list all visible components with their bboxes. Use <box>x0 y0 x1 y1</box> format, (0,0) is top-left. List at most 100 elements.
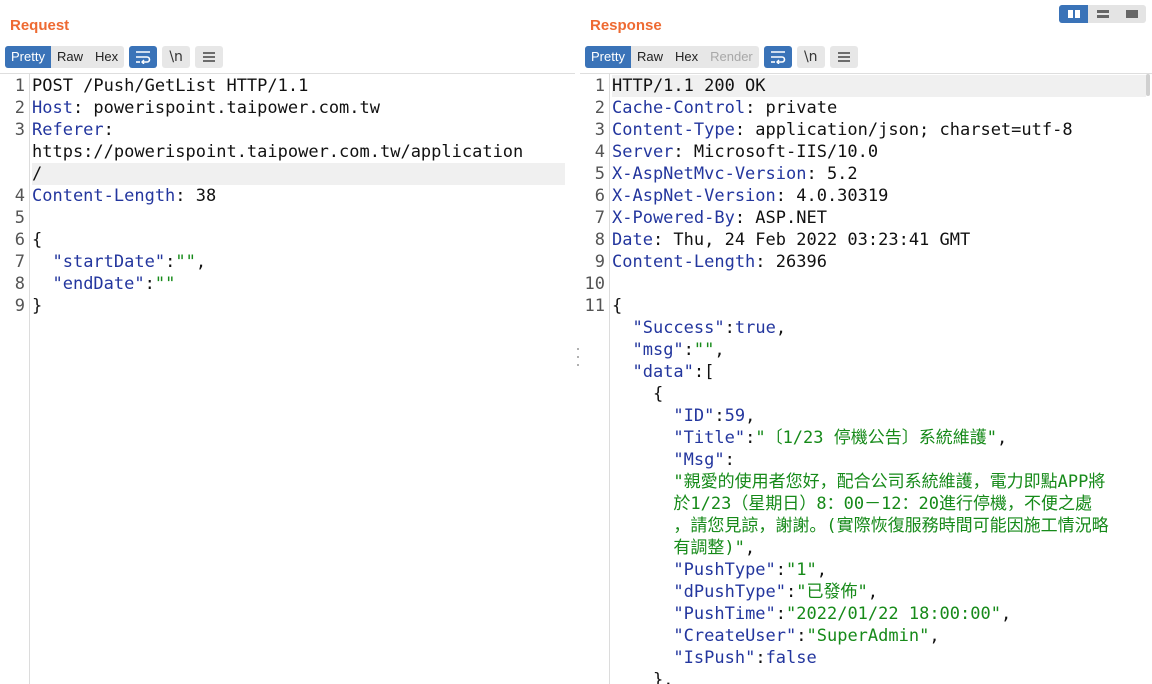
response-wrap-button[interactable] <box>763 45 792 68</box>
request-tab-hex[interactable]: Hex <box>89 46 124 68</box>
line-number <box>580 449 605 471</box>
code-token: , <box>744 538 756 558</box>
code-token: : <box>683 340 694 360</box>
code-line: Date: Thu, 24 Feb 2022 03:23:41 GMT <box>612 229 970 251</box>
code-token: , <box>775 318 787 338</box>
request-tab-raw[interactable]: Raw <box>51 46 89 68</box>
code-line: 於1/23（星期日）8：00－12：20進行停機，不便之處 <box>612 493 1092 515</box>
code-token: : <box>165 252 176 272</box>
line-number <box>580 493 605 515</box>
code-token: : 38 <box>175 186 217 206</box>
code-token: : <box>745 428 756 448</box>
line-number: 8 <box>14 274 25 294</box>
code-line: Host: powerispoint.taipower.com.tw <box>32 97 380 119</box>
code-line: ，請您見諒，謝謝。(實際恢復服務時間可能因施工情況略 <box>612 515 1108 537</box>
line-number: 7 <box>14 252 25 272</box>
code-token: , <box>996 428 1008 448</box>
code-token: Content-Type <box>612 120 735 140</box>
response-tab-render[interactable]: Render <box>704 46 759 68</box>
code-line: "ID":59, <box>612 405 755 427</box>
hamburger-menu-icon <box>837 51 850 62</box>
request-menu-button[interactable] <box>195 45 224 68</box>
response-editor[interactable]: 1 HTTP/1.1 200 OK 2 Cache-Control: private 3… <box>580 73 1152 684</box>
response-view-tabs: Pretty Raw Hex Render <box>585 45 759 68</box>
code-token: : 26396 <box>755 252 827 272</box>
line-number <box>580 405 605 427</box>
code-line: "Msg": <box>612 449 735 471</box>
code-token: , <box>745 406 756 426</box>
code-line: Content-Length: 38 <box>32 185 216 207</box>
code-token: Host <box>32 98 73 118</box>
code-line: / <box>32 163 42 185</box>
code-token: { <box>612 384 664 404</box>
code-line: X-AspNet-Version: 4.0.30319 <box>612 185 888 207</box>
code-token: : <box>724 450 735 470</box>
response-tab-raw[interactable]: Raw <box>631 46 669 68</box>
code-token: "Title" <box>673 428 746 448</box>
request-editor[interactable]: 1 POST /Push/GetList HTTP/1.1 2 Host: power… <box>0 73 575 684</box>
code-line: { <box>612 295 622 317</box>
code-token: :[ <box>693 362 715 382</box>
code-token: : Microsoft-IIS/10.0 <box>673 142 879 162</box>
request-tab-pretty[interactable]: Pretty <box>5 45 51 68</box>
request-pane: Request Pretty Raw Hex \n 1 POST /Push/Ge… <box>0 0 575 684</box>
code-token: : ASP.NET <box>734 208 827 228</box>
line-number: 2 <box>594 98 605 118</box>
line-number: 1 <box>14 76 25 96</box>
code-token: Content-Length <box>32 186 176 206</box>
line-number: 1 <box>594 76 605 96</box>
code-token: : 4.0.30319 <box>775 186 889 206</box>
line-number: 4 <box>14 186 25 206</box>
code-token: : <box>714 406 725 426</box>
response-menu-button[interactable] <box>829 45 858 68</box>
response-scrollbar[interactable] <box>1146 74 1150 96</box>
code-token: Referer <box>32 120 104 140</box>
side-by-side-layout-icon[interactable] <box>1059 5 1088 23</box>
code-line: "CreateUser":"SuperAdmin", <box>612 625 939 647</box>
horizontal-layout-icon[interactable] <box>1088 5 1117 23</box>
code-line: Content-Length: 26396 <box>612 251 827 273</box>
line-number <box>580 647 605 669</box>
code-token: true <box>734 318 776 338</box>
layout-toggle <box>1059 5 1146 23</box>
response-newline-button[interactable]: \n <box>796 45 825 68</box>
code-token: Server <box>612 142 674 162</box>
line-number: 9 <box>594 252 605 272</box>
word-wrap-icon <box>136 50 151 64</box>
code-token: , <box>1000 604 1012 624</box>
request-wrap-button[interactable] <box>129 45 158 68</box>
code-token: "Success" <box>632 318 725 338</box>
line-number <box>580 339 605 361</box>
line-number: 5 <box>594 164 605 184</box>
response-toolbar: Pretty Raw Hex Render \n <box>585 45 858 68</box>
code-token: : <box>103 120 114 140</box>
code-token: "" <box>175 252 196 272</box>
code-line: { <box>612 383 663 405</box>
code-token: "IsPush" <box>673 648 756 668</box>
line-number <box>0 141 25 163</box>
request-newline-button[interactable]: \n <box>162 45 191 68</box>
hamburger-menu-icon <box>203 51 216 62</box>
code-line: }, <box>612 669 673 684</box>
code-line: "Title":"〔1/23 停機公告〕系統維護", <box>612 427 1007 449</box>
response-tab-hex[interactable]: Hex <box>669 46 704 68</box>
code-token: "1" <box>786 560 817 580</box>
request-toolbar: Pretty Raw Hex \n <box>5 45 224 68</box>
line-number: 4 <box>594 142 605 162</box>
line-number <box>580 559 605 581</box>
code-token: https://powerispoint.taipower.com.tw/app… <box>32 142 524 162</box>
line-number: 9 <box>14 296 25 316</box>
code-token: : <box>775 560 787 580</box>
code-token: : <box>755 648 766 668</box>
code-token: "ID" <box>673 406 715 426</box>
response-tab-pretty[interactable]: Pretty <box>585 45 631 68</box>
code-line: "endDate":"" <box>32 273 175 295</box>
vertical-layout-icon[interactable] <box>1117 5 1146 23</box>
code-token: Cache-Control <box>612 98 746 118</box>
